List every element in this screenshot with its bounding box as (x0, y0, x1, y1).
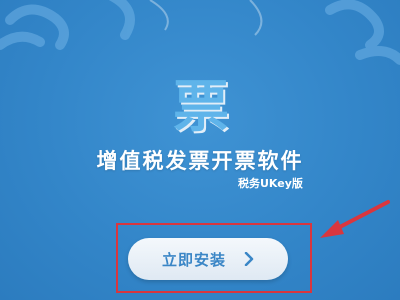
installer-screen: 票 票 增值税发票开票软件 税务UKey版 立即安装 (0, 0, 400, 300)
app-title: 增值税发票开票软件 (96, 149, 304, 173)
install-now-button[interactable]: 立即安装 (128, 238, 288, 280)
chevron-right-icon (244, 252, 254, 266)
logo-char: 票 (173, 75, 229, 140)
pointer-arrow-icon (320, 200, 390, 238)
invoice-logo-icon: 票 票 (173, 75, 231, 140)
install-button-label: 立即安装 (161, 250, 226, 269)
app-subtitle: 税务UKey版 (238, 177, 303, 190)
